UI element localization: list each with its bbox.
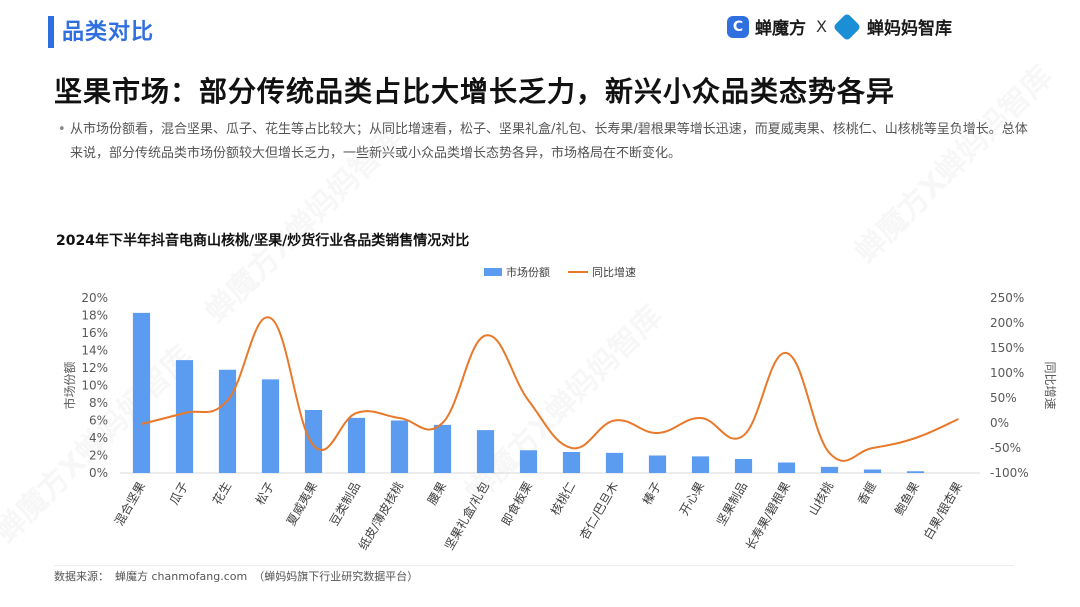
y-left-axis-label: 市场份额: [62, 361, 77, 409]
legend-label-line: 同比增速: [592, 265, 636, 279]
source-note: （蝉妈妈旗下行业研究数据平台）: [253, 570, 419, 583]
y-left-tick-label: 16%: [81, 326, 108, 340]
x-tick-label: 山核桃: [805, 479, 836, 518]
bar-豆类制品: [347, 417, 366, 473]
y-left-tick-label: 2%: [89, 449, 108, 463]
y-left-tick-label: 12%: [81, 361, 108, 375]
bar-纸皮/薄皮核桃: [390, 420, 409, 473]
x-tick-label: 腰果: [425, 480, 449, 508]
data-source: 数据来源： 蝉魔方 chanmofang.com （蝉妈妈旗下行业研究数据平台）: [54, 568, 424, 584]
footer-divider: [54, 565, 1014, 566]
x-tick-label: 核桃仁: [547, 479, 578, 518]
y-right-tick-label: -50%: [990, 441, 1021, 455]
x-tick-label: 坚果制品: [714, 480, 750, 529]
x-tick-label: 榛子: [640, 480, 664, 508]
x-tick-label: 杏仁/巴旦木: [577, 480, 621, 542]
y-left-tick-label: 4%: [89, 431, 108, 445]
y-left-tick-label: 10%: [81, 379, 108, 393]
x-tick-label: 开心果: [677, 480, 707, 518]
bar-榛子: [648, 455, 667, 473]
bar-瓜子: [175, 360, 194, 473]
bar-鲍鱼果: [906, 471, 925, 473]
y-right-tick-label: -100%: [990, 466, 1029, 480]
y-left-tick-label: 6%: [89, 414, 108, 428]
y-right-tick-label: 100%: [990, 366, 1024, 380]
y-left-tick-label: 8%: [89, 396, 108, 410]
y-right-tick-label: 150%: [990, 341, 1024, 355]
y-left-tick-label: 14%: [81, 344, 108, 358]
y-right-tick-label: 250%: [990, 291, 1024, 305]
y-left-tick-label: 0%: [89, 466, 108, 480]
y-right-tick-label: 50%: [990, 391, 1017, 405]
x-tick-label: 纸皮/薄皮核桃: [355, 479, 406, 552]
legend-swatch-bar: [484, 268, 502, 276]
source-name: 蝉魔方 chanmofang.com: [115, 570, 248, 583]
bar-松子: [261, 379, 280, 473]
bar-长寿果/碧根果: [777, 462, 796, 473]
bar-坚果制品: [734, 459, 753, 473]
bar-开心果: [691, 456, 710, 473]
x-tick-label: 香榧: [855, 480, 879, 508]
x-tick-label: 夏威夷果: [283, 479, 320, 528]
y-right-axis-label: 同比增速: [1043, 361, 1057, 409]
y-right-tick-label: 200%: [990, 316, 1024, 330]
bar-花生: [218, 369, 237, 473]
bar-即食板栗: [519, 450, 538, 473]
y-right-tick-label: 0%: [990, 416, 1009, 430]
y-left-tick-label: 20%: [81, 291, 108, 305]
x-tick-label: 白果/银杏果: [920, 479, 965, 542]
legend-label-bar: 市场份额: [506, 265, 550, 279]
bar-山核桃: [820, 466, 839, 473]
bar-香榧: [863, 469, 882, 473]
bar-夏威夷果: [304, 410, 323, 473]
source-label: 数据来源：: [54, 570, 109, 583]
x-tick-label: 瓜子: [167, 480, 191, 508]
x-tick-label: 坚果礼盒/礼包: [441, 479, 492, 552]
x-tick-label: 豆类制品: [327, 480, 363, 529]
bar-杏仁/巴旦木: [605, 452, 624, 473]
bar-坚果礼盒/礼包: [476, 430, 495, 473]
bar-核桃仁: [562, 452, 581, 473]
bar-腰果: [433, 424, 452, 473]
bar-混合坚果: [132, 312, 151, 473]
x-tick-label: 鲍鱼果: [892, 480, 922, 518]
y-left-tick-label: 18%: [81, 309, 108, 323]
x-tick-label: 即食板栗: [498, 479, 535, 528]
combo-chart: 0% 2% 4% 6% 8% 10% 12% 14% 16% 18% 20% -100% -50% 0% 5…: [62, 265, 1057, 553]
x-tick-label: 花生: [209, 479, 234, 507]
x-tick-label: 混合坚果: [111, 479, 148, 528]
x-tick-label: 长寿果/碧根果: [743, 480, 793, 553]
x-tick-label: 松子: [253, 480, 277, 508]
